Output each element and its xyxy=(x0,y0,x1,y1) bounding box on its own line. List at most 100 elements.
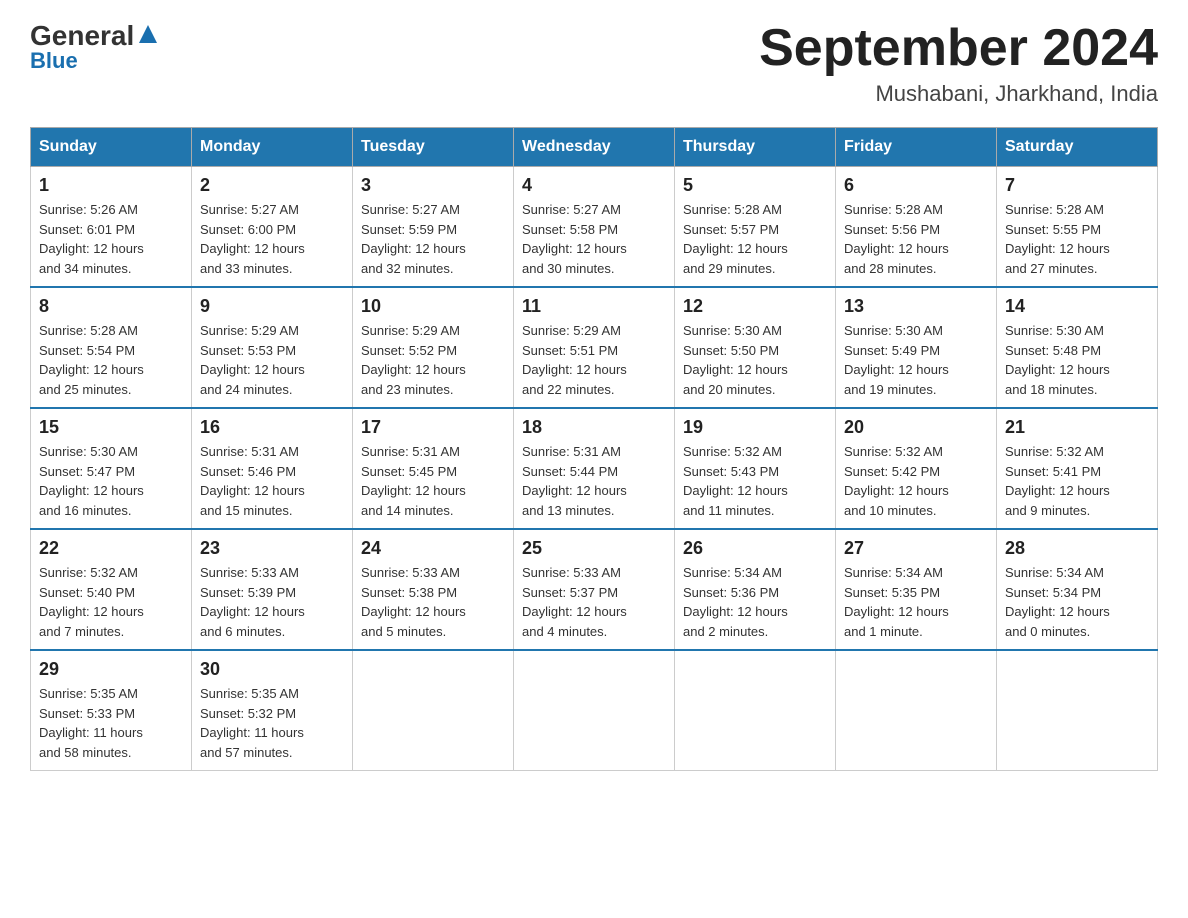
day-number: 4 xyxy=(522,175,666,196)
day-number: 13 xyxy=(844,296,988,317)
day-number: 14 xyxy=(1005,296,1149,317)
table-row xyxy=(836,650,997,771)
table-row: 18Sunrise: 5:31 AMSunset: 5:44 PMDayligh… xyxy=(514,408,675,529)
day-number: 24 xyxy=(361,538,505,559)
day-info: Sunrise: 5:28 AMSunset: 5:54 PMDaylight:… xyxy=(39,321,183,399)
day-number: 22 xyxy=(39,538,183,559)
calendar-week-row: 8 Sunrise: 5:28 AMSunset: 5:54 PMDaylight… xyxy=(31,287,1158,408)
day-number: 20 xyxy=(844,417,988,438)
table-row: 13 Sunrise: 5:30 AMSunset: 5:49 PMDayligh… xyxy=(836,287,997,408)
header-wednesday: Wednesday xyxy=(514,128,675,167)
table-row: 2 Sunrise: 5:27 AMSunset: 6:00 PMDaylight… xyxy=(192,167,353,288)
calendar-week-row: 1 Sunrise: 5:26 AMSunset: 6:01 PMDaylight… xyxy=(31,167,1158,288)
day-number: 17 xyxy=(361,417,505,438)
header-thursday: Thursday xyxy=(675,128,836,167)
day-info: Sunrise: 5:30 AMSunset: 5:48 PMDaylight:… xyxy=(1005,321,1149,399)
header-monday: Monday xyxy=(192,128,353,167)
day-number: 25 xyxy=(522,538,666,559)
table-row: 10 Sunrise: 5:29 AMSunset: 5:52 PMDayligh… xyxy=(353,287,514,408)
table-row: 19 Sunrise: 5:32 AMSunset: 5:43 PMDayligh… xyxy=(675,408,836,529)
table-row: 4 Sunrise: 5:27 AMSunset: 5:58 PMDaylight… xyxy=(514,167,675,288)
day-number: 3 xyxy=(361,175,505,196)
logo-arrow-icon xyxy=(137,23,159,45)
day-info: Sunrise: 5:27 AMSunset: 6:00 PMDaylight:… xyxy=(200,200,344,278)
day-info: Sunrise: 5:29 AMSunset: 5:52 PMDaylight:… xyxy=(361,321,505,399)
day-info: Sunrise: 5:30 AMSunset: 5:47 PMDaylight:… xyxy=(39,442,183,520)
day-info: Sunrise: 5:27 AMSunset: 5:58 PMDaylight:… xyxy=(522,200,666,278)
header-friday: Friday xyxy=(836,128,997,167)
table-row: 28 Sunrise: 5:34 AMSunset: 5:34 PMDayligh… xyxy=(997,529,1158,650)
table-row: 6 Sunrise: 5:28 AMSunset: 5:56 PMDaylight… xyxy=(836,167,997,288)
table-row: 9 Sunrise: 5:29 AMSunset: 5:53 PMDaylight… xyxy=(192,287,353,408)
day-number: 16 xyxy=(200,417,344,438)
day-info: Sunrise: 5:34 AMSunset: 5:35 PMDaylight:… xyxy=(844,563,988,641)
day-info: Sunrise: 5:31 AMSunset: 5:46 PMDaylight:… xyxy=(200,442,344,520)
day-info: Sunrise: 5:28 AMSunset: 5:56 PMDaylight:… xyxy=(844,200,988,278)
table-row: 16 Sunrise: 5:31 AMSunset: 5:46 PMDayligh… xyxy=(192,408,353,529)
table-row: 30 Sunrise: 5:35 AMSunset: 5:32 PMDayligh… xyxy=(192,650,353,771)
day-info: Sunrise: 5:32 AMSunset: 5:41 PMDaylight:… xyxy=(1005,442,1149,520)
table-row: 14 Sunrise: 5:30 AMSunset: 5:48 PMDayligh… xyxy=(997,287,1158,408)
day-number: 8 xyxy=(39,296,183,317)
day-info: Sunrise: 5:35 AMSunset: 5:32 PMDaylight:… xyxy=(200,684,344,762)
day-number: 11 xyxy=(522,296,666,317)
day-info: Sunrise: 5:33 AMSunset: 5:37 PMDaylight:… xyxy=(522,563,666,641)
page-header: General Blue September 2024 Mushabani, J… xyxy=(30,20,1158,107)
day-number: 10 xyxy=(361,296,505,317)
table-row: 3Sunrise: 5:27 AMSunset: 5:59 PMDaylight… xyxy=(353,167,514,288)
day-info: Sunrise: 5:26 AMSunset: 6:01 PMDaylight:… xyxy=(39,200,183,278)
day-info: Sunrise: 5:35 AMSunset: 5:33 PMDaylight:… xyxy=(39,684,183,762)
day-number: 6 xyxy=(844,175,988,196)
day-number: 7 xyxy=(1005,175,1149,196)
day-info: Sunrise: 5:29 AMSunset: 5:53 PMDaylight:… xyxy=(200,321,344,399)
day-number: 18 xyxy=(522,417,666,438)
table-row xyxy=(675,650,836,771)
day-info: Sunrise: 5:28 AMSunset: 5:57 PMDaylight:… xyxy=(683,200,827,278)
table-row: 11 Sunrise: 5:29 AMSunset: 5:51 PMDayligh… xyxy=(514,287,675,408)
table-row xyxy=(997,650,1158,771)
day-number: 29 xyxy=(39,659,183,680)
day-number: 26 xyxy=(683,538,827,559)
table-row: 7 Sunrise: 5:28 AMSunset: 5:55 PMDaylight… xyxy=(997,167,1158,288)
header-saturday: Saturday xyxy=(997,128,1158,167)
day-info: Sunrise: 5:33 AMSunset: 5:39 PMDaylight:… xyxy=(200,563,344,641)
day-info: Sunrise: 5:33 AMSunset: 5:38 PMDaylight:… xyxy=(361,563,505,641)
logo-blue: Blue xyxy=(30,50,78,72)
table-row: 23 Sunrise: 5:33 AMSunset: 5:39 PMDayligh… xyxy=(192,529,353,650)
day-number: 19 xyxy=(683,417,827,438)
month-title: September 2024 xyxy=(759,20,1158,77)
day-info: Sunrise: 5:32 AMSunset: 5:40 PMDaylight:… xyxy=(39,563,183,641)
day-info: Sunrise: 5:29 AMSunset: 5:51 PMDaylight:… xyxy=(522,321,666,399)
table-row: 1 Sunrise: 5:26 AMSunset: 6:01 PMDaylight… xyxy=(31,167,192,288)
table-row: 25 Sunrise: 5:33 AMSunset: 5:37 PMDayligh… xyxy=(514,529,675,650)
day-info: Sunrise: 5:30 AMSunset: 5:49 PMDaylight:… xyxy=(844,321,988,399)
calendar-week-row: 22 Sunrise: 5:32 AMSunset: 5:40 PMDayligh… xyxy=(31,529,1158,650)
location: Mushabani, Jharkhand, India xyxy=(759,81,1158,107)
day-info: Sunrise: 5:30 AMSunset: 5:50 PMDaylight:… xyxy=(683,321,827,399)
table-row xyxy=(514,650,675,771)
day-number: 9 xyxy=(200,296,344,317)
title-section: September 2024 Mushabani, Jharkhand, Ind… xyxy=(759,20,1158,107)
table-row: 24 Sunrise: 5:33 AMSunset: 5:38 PMDayligh… xyxy=(353,529,514,650)
day-info: Sunrise: 5:34 AMSunset: 5:34 PMDaylight:… xyxy=(1005,563,1149,641)
day-number: 30 xyxy=(200,659,344,680)
day-number: 27 xyxy=(844,538,988,559)
day-number: 28 xyxy=(1005,538,1149,559)
table-row: 15 Sunrise: 5:30 AMSunset: 5:47 PMDayligh… xyxy=(31,408,192,529)
day-info: Sunrise: 5:28 AMSunset: 5:55 PMDaylight:… xyxy=(1005,200,1149,278)
calendar-header-row: Sunday Monday Tuesday Wednesday Thursday… xyxy=(31,128,1158,167)
day-info: Sunrise: 5:31 AMSunset: 5:45 PMDaylight:… xyxy=(361,442,505,520)
day-number: 23 xyxy=(200,538,344,559)
table-row: 26 Sunrise: 5:34 AMSunset: 5:36 PMDayligh… xyxy=(675,529,836,650)
table-row: 27 Sunrise: 5:34 AMSunset: 5:35 PMDayligh… xyxy=(836,529,997,650)
logo: General Blue xyxy=(30,20,159,72)
day-number: 15 xyxy=(39,417,183,438)
day-info: Sunrise: 5:32 AMSunset: 5:43 PMDaylight:… xyxy=(683,442,827,520)
day-number: 21 xyxy=(1005,417,1149,438)
header-tuesday: Tuesday xyxy=(353,128,514,167)
day-info: Sunrise: 5:34 AMSunset: 5:36 PMDaylight:… xyxy=(683,563,827,641)
table-row: 20Sunrise: 5:32 AMSunset: 5:42 PMDayligh… xyxy=(836,408,997,529)
table-row: 8 Sunrise: 5:28 AMSunset: 5:54 PMDaylight… xyxy=(31,287,192,408)
day-number: 2 xyxy=(200,175,344,196)
day-number: 1 xyxy=(39,175,183,196)
